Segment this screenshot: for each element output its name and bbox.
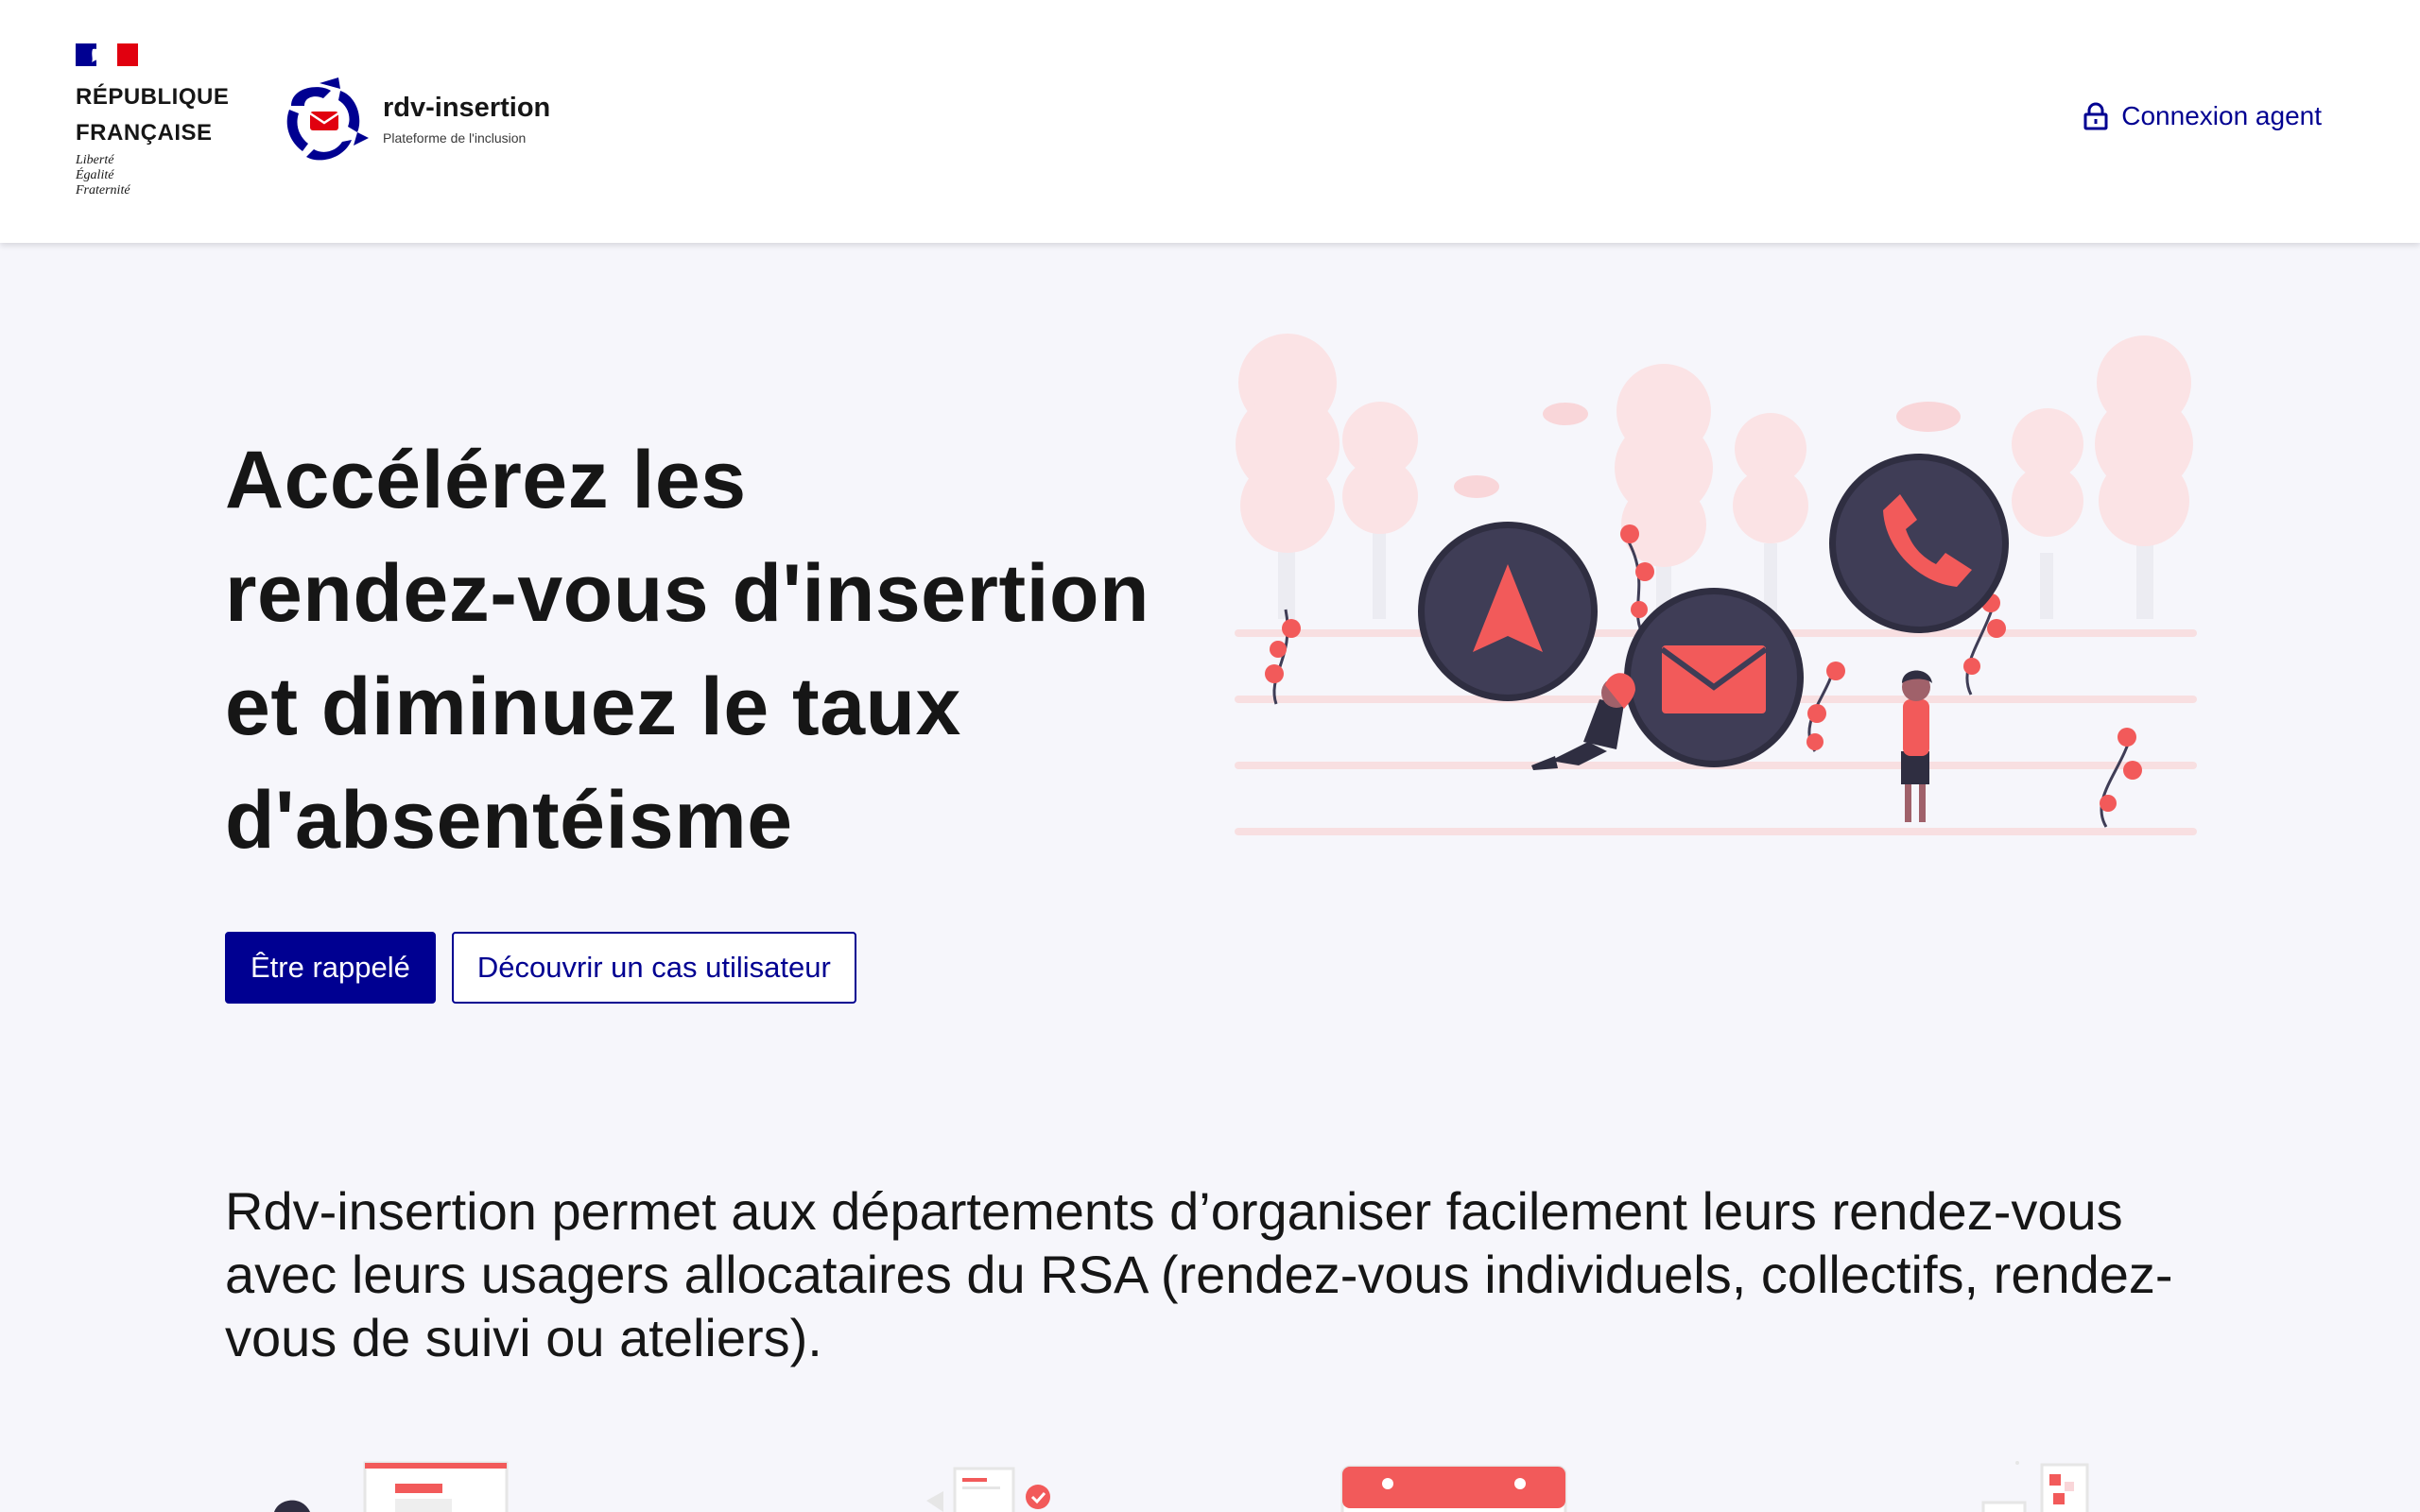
navigation-circle	[1418, 522, 1598, 701]
hero-title-line: rendez-vous d'insertion	[225, 548, 1150, 639]
republique-francaise-name: RÉPUBLIQUE FRANÇAISE	[76, 84, 230, 146]
agent-login-link[interactable]: Connexion agent	[2083, 101, 2322, 131]
rdv-insertion-brand[interactable]: rdv-insertion Plateforme de l'inclusion	[282, 77, 584, 172]
dashboard-blocks-illustration	[1981, 1461, 2089, 1512]
hero-title: Accélérez les rendez-vous d'insertion et…	[225, 423, 1227, 877]
calendar-illustration	[1340, 1465, 1567, 1512]
document-check-illustration	[926, 1467, 1050, 1512]
hero-illustration	[1235, 334, 2197, 835]
discover-user-case-button[interactable]: Découvrir un cas utilisateur	[451, 932, 856, 1004]
envelope-circle	[1624, 588, 1804, 767]
hero-title-line: d'absentéisme	[225, 775, 793, 866]
blossom-trees-decoration	[1236, 334, 2193, 619]
callback-request-button[interactable]: Être rappelé	[225, 932, 436, 1004]
marianne-flag-icon	[76, 43, 138, 66]
agent-login-label: Connexion agent	[2121, 101, 2322, 130]
phone-circle	[1829, 454, 2009, 633]
republique-francaise-logo[interactable]: RÉPUBLIQUE FRANÇAISE Liberté Égalité Fra…	[76, 43, 265, 204]
hero-title-line: Accélérez les	[225, 435, 747, 525]
features-preview-strip	[0, 1455, 2420, 1512]
hero-cta-group: Être rappelé Découvrir un cas utilisateu…	[225, 932, 856, 1004]
intro-paragraph: Rdv-insertion permet aux départements d’…	[225, 1181, 2173, 1367]
hero-title-line: et diminuez le taux	[225, 662, 961, 752]
brand-tagline: Plateforme de l'inclusion	[383, 130, 527, 146]
republique-motto: Liberté Égalité Fraternité	[76, 153, 130, 198]
site-header: RÉPUBLIQUE FRANÇAISE Liberté Égalité Fra…	[0, 0, 2420, 243]
envelope-icon	[1660, 645, 1768, 713]
brand-name: rdv-insertion	[383, 93, 551, 123]
computer-form-illustration	[274, 1461, 509, 1512]
rdv-insertion-logo-icon	[286, 77, 369, 161]
standing-person-figure	[1901, 670, 1932, 822]
lock-icon	[2083, 102, 2108, 130]
